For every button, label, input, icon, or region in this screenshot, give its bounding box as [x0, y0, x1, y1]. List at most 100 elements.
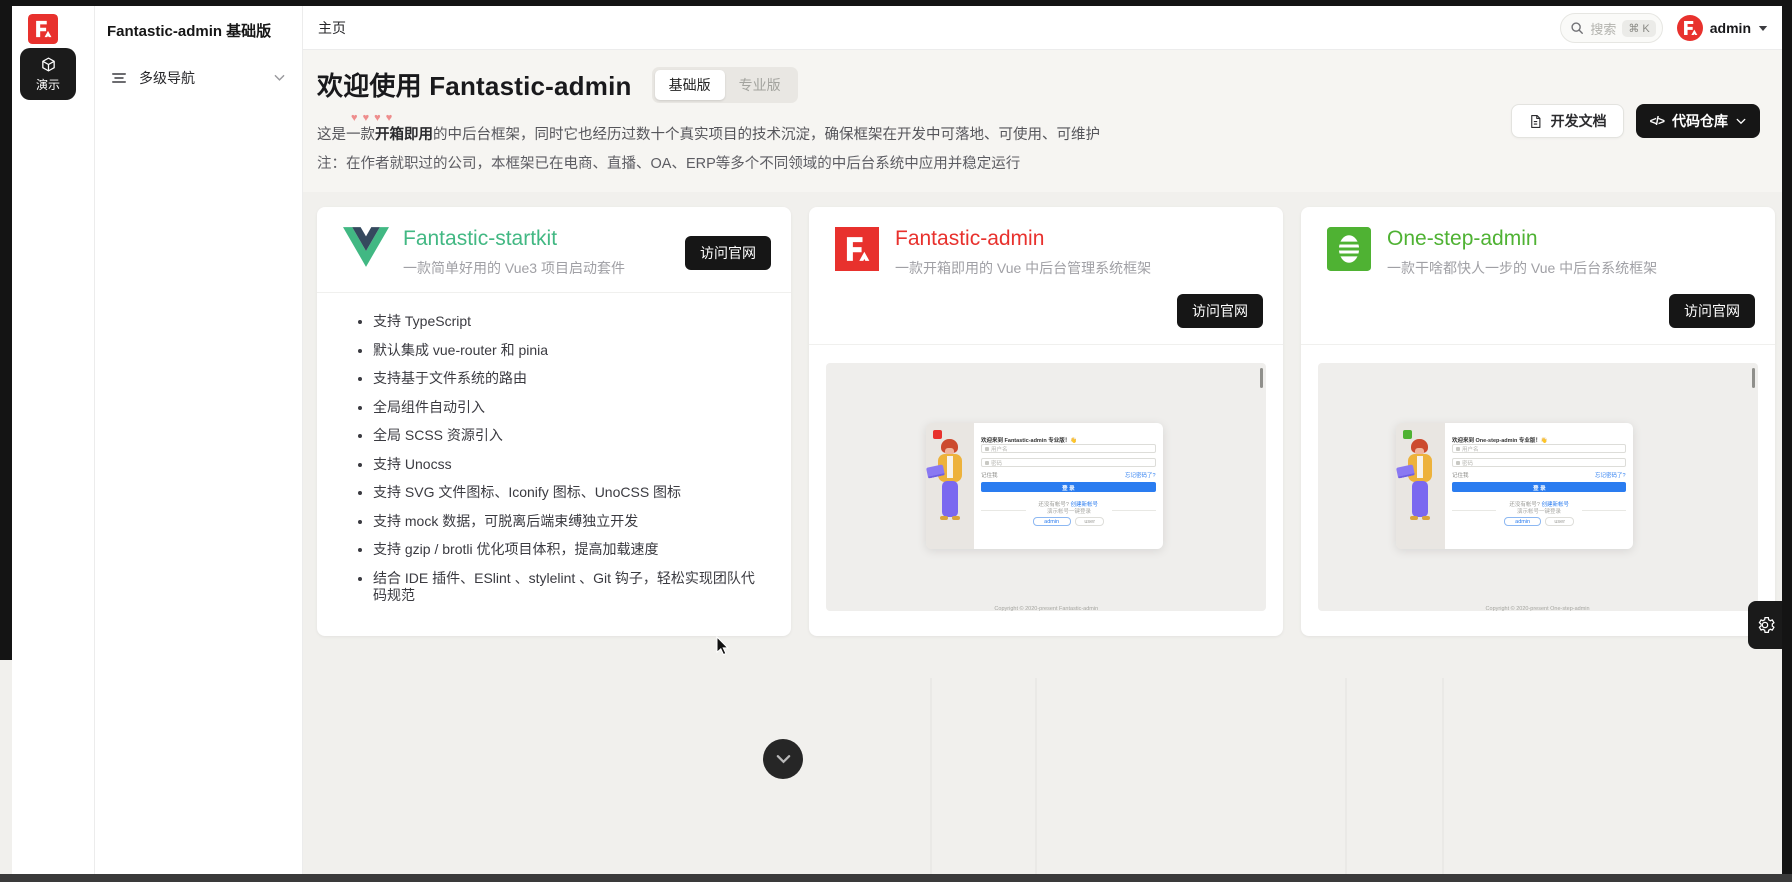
preview-demo-divider: 演示帐号一键登录	[1047, 506, 1091, 514]
tab-home[interactable]: 主页	[318, 18, 346, 38]
feature-item: 支持 Unocss	[373, 456, 767, 474]
primary-sidebar: 演示	[12, 6, 95, 874]
preview-scrollbar	[1752, 368, 1755, 388]
tab-basic-version[interactable]: 基础版	[655, 70, 725, 100]
project-cards: Fantastic-startkit 一款简单好用的 Vue3 项目启动套件 访…	[317, 207, 1775, 636]
chevron-down-icon	[776, 754, 791, 764]
feature-item: 支持 SVG 文件图标、Iconify 图标、UnoCSS 图标	[373, 484, 767, 502]
vue-logo-icon	[343, 227, 389, 271]
preview-demo-user-pill: user	[1075, 517, 1104, 526]
feature-item: 默认集成 vue-router 和 pinia	[373, 342, 767, 360]
window-frame-top	[0, 0, 1792, 6]
ghost-artifact	[1442, 678, 1444, 874]
sidebar-item-demo-label: 演示	[36, 76, 60, 93]
preview-demo-divider: 演示帐号一键登录	[1517, 506, 1561, 514]
divider	[1301, 344, 1775, 345]
secondary-sidebar: Fantastic-admin 基础版 多级导航	[95, 6, 303, 874]
code-repo-button[interactable]: </> 代码仓库	[1636, 104, 1760, 138]
page-title: 欢迎使用 Fantastic-admin	[317, 66, 632, 103]
cube-icon	[40, 56, 57, 73]
preview-welcome-text: 欢迎来到 Fantastic-admin 专业版！👋	[981, 435, 1077, 443]
username: admin	[1710, 20, 1751, 36]
hearts-decoration: ♥ ♥ ♥ ♥	[351, 112, 393, 124]
mouse-cursor	[716, 636, 730, 657]
preview-password-input: 密码	[1452, 458, 1626, 467]
preview-login-button: 登 录	[1452, 482, 1626, 492]
tab-pro-version[interactable]: 专业版	[725, 70, 795, 100]
feature-item: 支持基于文件系统的路由	[373, 370, 767, 388]
window-frame-right	[1782, 0, 1792, 882]
preview-demo-admin-pill: admin	[1504, 517, 1541, 526]
dev-docs-label: 开发文档	[1551, 111, 1607, 131]
app-window: 演示 Fantastic-admin 基础版 多级导航 主页 搜索 ⌘ K ad…	[0, 0, 1792, 882]
chevron-down-icon	[1736, 118, 1746, 125]
window-frame-bottom	[0, 874, 1792, 882]
brand-logo-icon[interactable]	[28, 14, 58, 44]
ghost-artifact	[1035, 678, 1037, 874]
preview-brand-dot	[1403, 430, 1412, 439]
search-input[interactable]: 搜索 ⌘ K	[1560, 13, 1662, 43]
code-repo-label: 代码仓库	[1672, 111, 1728, 131]
ghost-artifact	[1345, 678, 1347, 874]
card-title: One-step-admin	[1387, 227, 1755, 251]
settings-button[interactable]	[1748, 601, 1782, 649]
sidebar-item-multilevel-nav[interactable]: 多级导航	[101, 60, 295, 96]
chevron-down-icon	[274, 74, 285, 82]
window-frame-left	[0, 0, 12, 660]
visit-site-button[interactable]: 访问官网	[1177, 294, 1263, 328]
search-placeholder: 搜索	[1590, 19, 1616, 38]
preview-username-input: 用户名	[981, 444, 1156, 453]
one-step-admin-logo-icon	[1327, 227, 1373, 271]
user-menu[interactable]: admin	[1677, 15, 1768, 41]
card-title: Fantastic-admin	[895, 227, 1263, 251]
feature-item: 支持 mock 数据，可脱离后端束缚独立开发	[373, 513, 767, 531]
feature-list: 支持 TypeScript 默认集成 vue-router 和 pinia 支持…	[317, 305, 791, 636]
hero-description: 这是一款开箱即用的中后台框架，同时它也经历过数十个真实项目的技术沉淀，确保框架在…	[317, 126, 1100, 145]
document-icon	[1528, 114, 1543, 129]
divider	[809, 344, 1283, 345]
card-fantastic-startkit: Fantastic-startkit 一款简单好用的 Vue3 项目启动套件 访…	[317, 207, 791, 636]
preview-remember: 记住我	[981, 470, 998, 478]
dev-docs-button[interactable]: 开发文档	[1511, 104, 1624, 138]
hero-note: 注：在作者就职过的公司，本框架已在电商、直播、OA、ERP等多个不同领域的中后台…	[317, 152, 1020, 173]
version-switcher: 基础版 专业版	[652, 67, 798, 103]
visit-site-button[interactable]: 访问官网	[1669, 294, 1755, 328]
feature-item: 结合 IDE 插件、ESlint 、stylelint 、Git 钩子，轻松实现…	[373, 570, 767, 605]
fantastic-admin-logo-icon	[835, 227, 881, 271]
feature-item: 支持 TypeScript	[373, 313, 767, 331]
site-preview-screenshot: 欢迎来到 Fantastic-admin 专业版！👋 用户名 密码 记住我忘记密…	[826, 363, 1266, 611]
character-illustration	[930, 439, 970, 539]
visit-site-button[interactable]: 访问官网	[685, 236, 771, 270]
preview-copyright: Copyright © 2020-present One-step-admin	[1486, 605, 1590, 611]
topbar: 主页 搜索 ⌘ K admin	[303, 6, 1782, 50]
preview-demo-user-pill: user	[1545, 517, 1574, 526]
preview-demo-admin-pill: admin	[1033, 517, 1070, 526]
search-icon	[1570, 21, 1584, 35]
card-title: Fantastic-startkit	[403, 227, 671, 251]
hero-section: 欢迎使用 Fantastic-admin 基础版 专业版 ♥ ♥ ♥ ♥ 这是一…	[303, 50, 1782, 192]
menu-list-icon	[111, 70, 127, 86]
preview-welcome-text: 欢迎来到 One-step-admin 专业版！👋	[1452, 435, 1548, 443]
card-one-step-admin: One-step-admin 一款干啥都快人一步的 Vue 中后台系统框架 访问…	[1301, 207, 1775, 636]
search-shortcut-badge: ⌘ K	[1622, 20, 1655, 37]
gear-icon	[1755, 615, 1775, 635]
preview-login-button: 登 录	[981, 482, 1156, 492]
sidebar-item-demo[interactable]: 演示	[20, 48, 76, 100]
preview-remember: 记住我	[1452, 470, 1469, 478]
site-preview-screenshot: 欢迎来到 One-step-admin 专业版！👋 用户名 密码 记住我忘记密码…	[1318, 363, 1758, 611]
card-fantastic-admin: Fantastic-admin 一款开箱即用的 Vue 中后台管理系统框架 访问…	[809, 207, 1283, 636]
card-subtitle: 一款简单好用的 Vue3 项目启动套件	[403, 258, 671, 278]
feature-item: 全局 SCSS 资源引入	[373, 427, 767, 445]
preview-brand-dot	[933, 430, 942, 439]
scroll-down-button[interactable]	[763, 739, 803, 779]
preview-scrollbar	[1260, 368, 1263, 388]
card-subtitle: 一款干啥都快人一步的 Vue 中后台系统框架	[1387, 258, 1755, 278]
feature-item: 全局组件自动引入	[373, 399, 767, 417]
ghost-artifact	[930, 678, 932, 874]
sidebar-panel-title: Fantastic-admin 基础版	[107, 20, 295, 41]
chevron-down-icon	[1758, 25, 1768, 32]
preview-username-input: 用户名	[1452, 444, 1626, 453]
code-icon: </>	[1650, 114, 1664, 128]
avatar	[1677, 15, 1703, 41]
divider	[317, 292, 791, 293]
